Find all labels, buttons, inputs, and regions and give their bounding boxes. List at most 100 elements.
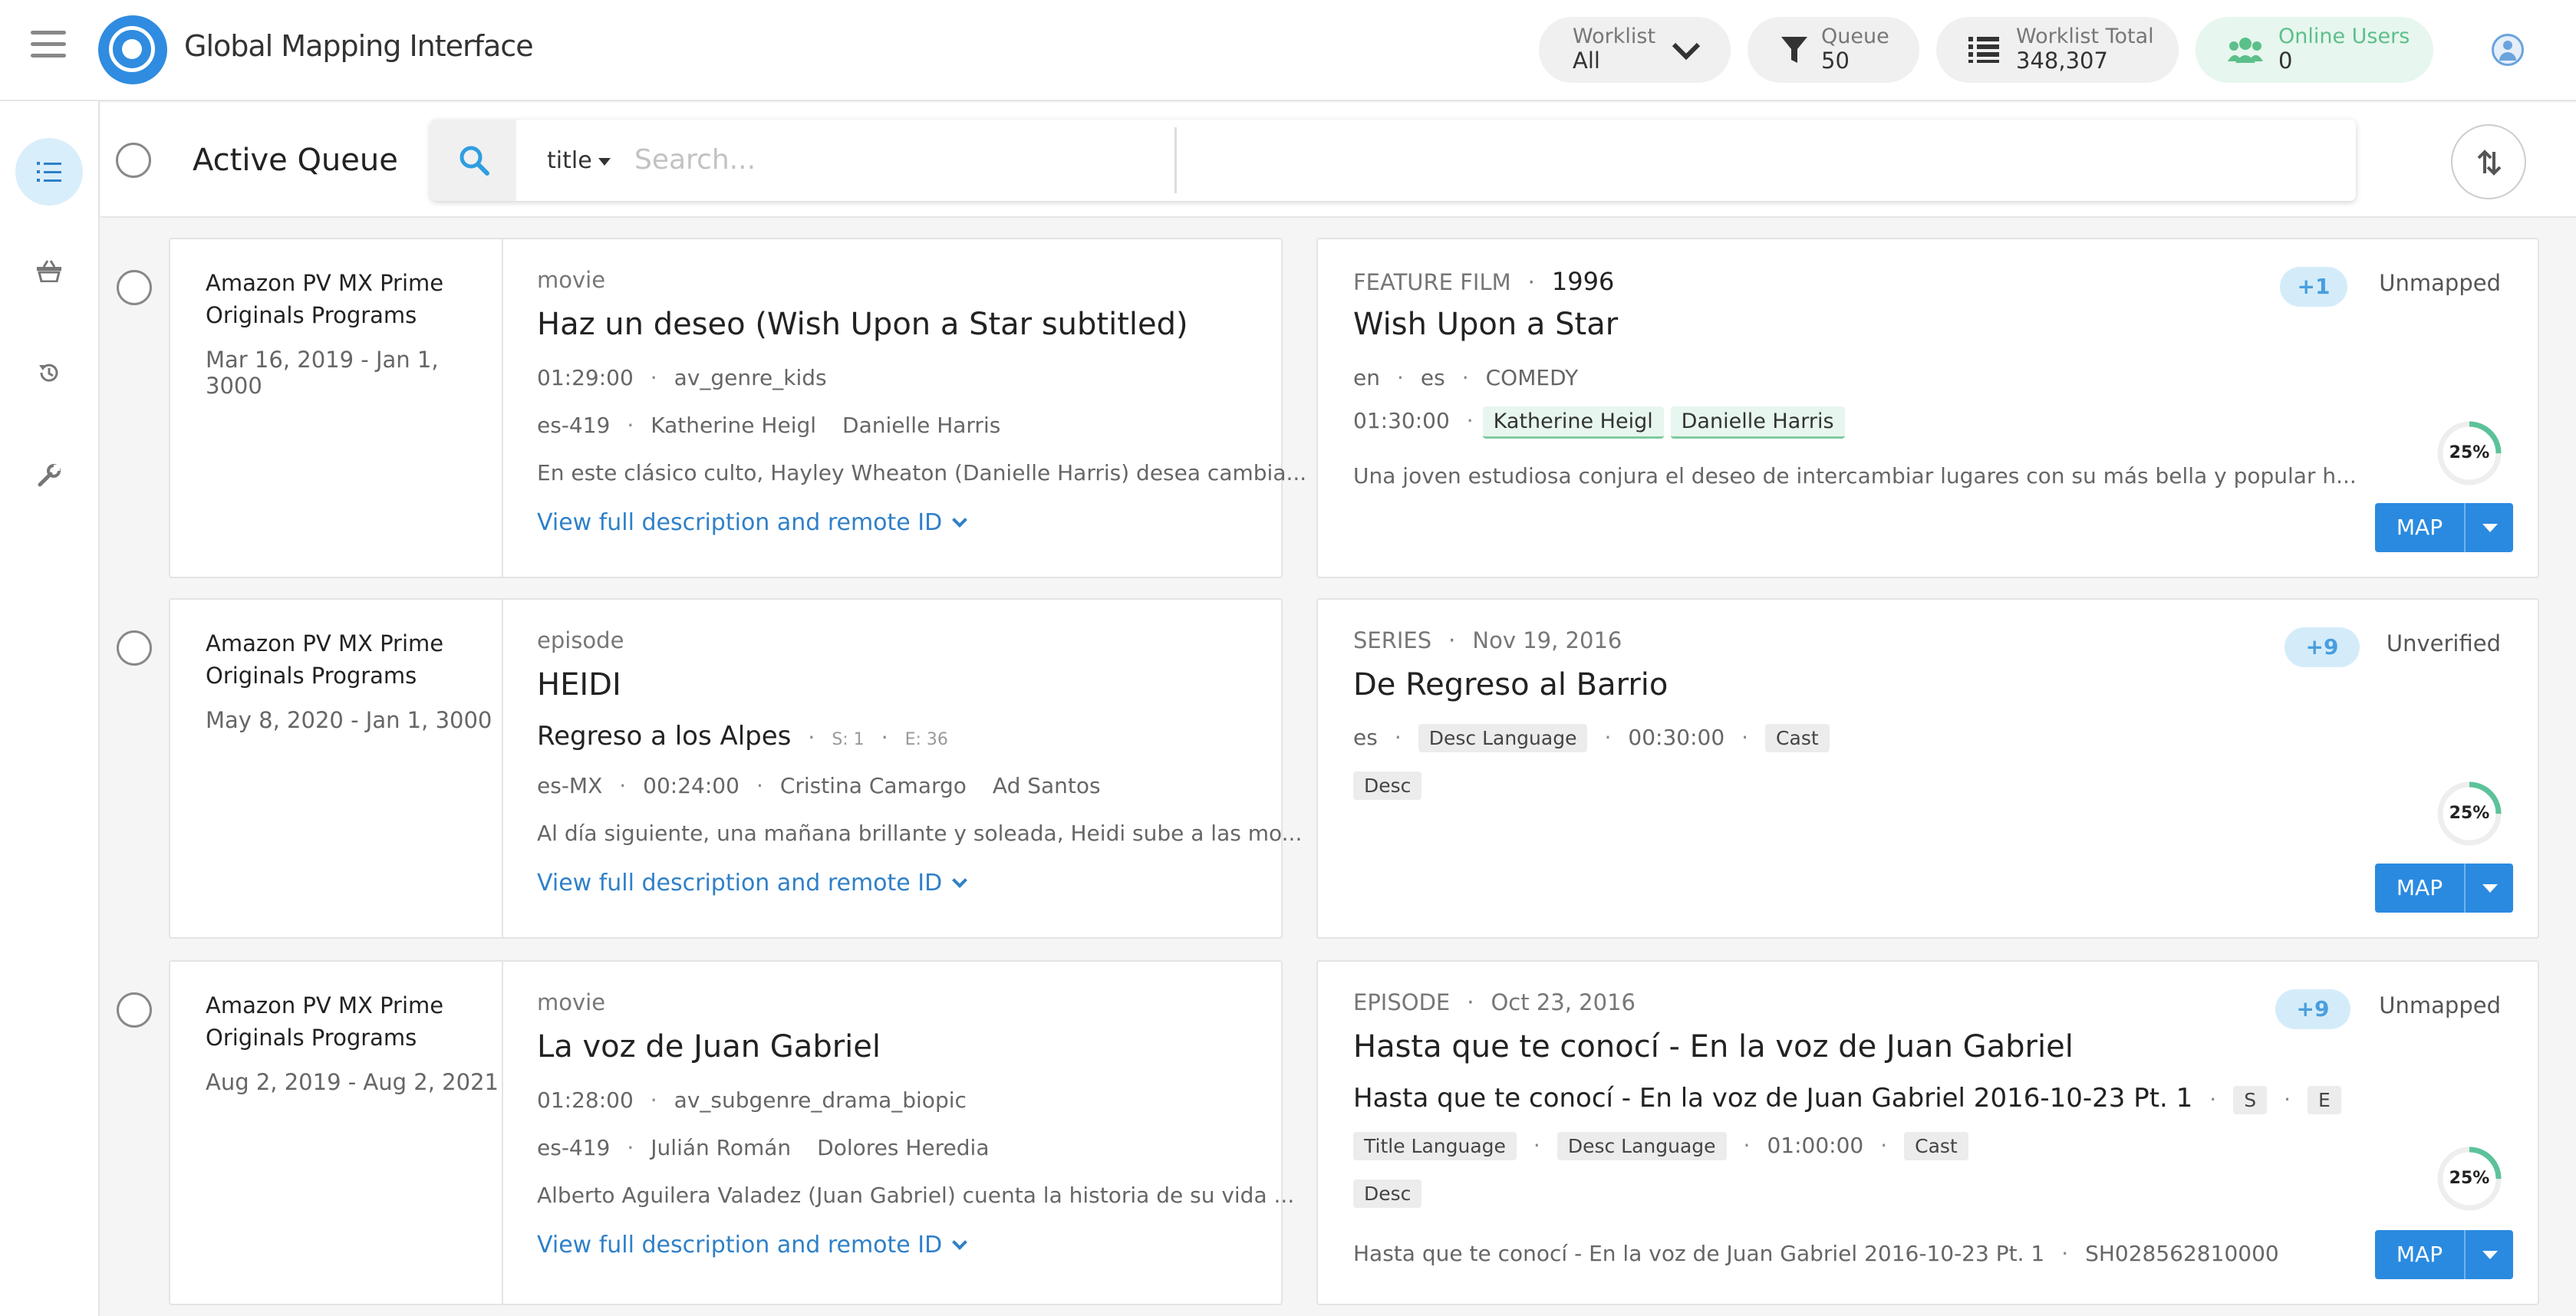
search-field-dropdown[interactable]: title	[547, 147, 611, 174]
content-type: episode	[537, 627, 624, 653]
match-runtime: 01:30:00	[1353, 408, 1450, 433]
sidebar-item-basket[interactable]	[15, 238, 83, 305]
language: es-419	[537, 413, 611, 438]
source-card[interactable]: Amazon PV MX Prime Originals Programs Ma…	[169, 238, 1306, 578]
row-select-radio[interactable]	[117, 992, 152, 1028]
search-field-value: title	[547, 147, 592, 174]
search-input[interactable]	[634, 138, 980, 181]
caret-down-icon[interactable]	[2482, 1251, 2498, 1259]
match-kind: EPISODE	[1353, 989, 1451, 1015]
runtime: 01:29:00	[537, 365, 634, 390]
map-button[interactable]: MAP	[2375, 1230, 2513, 1279]
source-details: episode HEIDI Regreso a los Alpes · S: 1 · E…	[537, 600, 1302, 937]
filter-icon	[1781, 37, 1807, 63]
caret-down-icon[interactable]	[2482, 524, 2498, 532]
match-card[interactable]: SERIES · Nov 19, 2016 De Regreso al Barrio…	[1316, 598, 2539, 939]
match-episode-title: Hasta que te conocí - En la voz de Juan …	[1353, 1083, 2193, 1114]
map-button-divider	[2464, 503, 2466, 552]
view-description-label: View full description and remote ID	[537, 870, 943, 897]
sidebar-item-queue[interactable]	[15, 138, 83, 206]
row-select-radio[interactable]	[117, 630, 152, 666]
hamburger-menu-icon[interactable]	[31, 31, 66, 58]
worklist-selector[interactable]: Worklist All	[1539, 17, 1731, 83]
match-runtime: 01:00:00	[1767, 1133, 1864, 1158]
runtime: 01:28:00	[537, 1087, 634, 1113]
worklist-total: Worklist Total 348,307	[1936, 17, 2179, 83]
match-card[interactable]: FEATURE FILM · 1996 Wish Upon a Star en · es…	[1316, 238, 2539, 578]
match-tags-line: Desc	[1353, 772, 1422, 800]
match-title: Wish Upon a Star	[1353, 307, 1619, 342]
availability-dates: May 8, 2020 - Jan 1, 3000	[206, 707, 492, 733]
sort-button[interactable]	[2451, 124, 2526, 199]
content-title: HEIDI	[537, 667, 621, 702]
genre: av_subgenre_drama_biopic	[674, 1087, 967, 1113]
chevron-down-icon	[952, 873, 968, 888]
match-lang-genre-line: en · es · COMEDY	[1353, 365, 1579, 390]
provider-name: Amazon PV MX Prime Originals Programs	[206, 630, 444, 689]
match-tags-line: Desc	[1353, 1179, 1422, 1208]
match-subtitle-line: Hasta que te conocí - En la voz de Juan …	[1353, 1083, 2341, 1114]
view-description-link[interactable]: View full description and remote ID	[537, 870, 968, 897]
cast-member: Ad Santos	[992, 773, 1101, 798]
match-type-line: EPISODE · Oct 23, 2016	[1353, 989, 1636, 1015]
row-select-radio[interactable]	[117, 270, 152, 305]
match-language: es	[1420, 365, 1445, 390]
match-progress: 25%	[2436, 781, 2502, 847]
app-logo-icon	[98, 15, 167, 84]
lang-cast-line: es-419 · Katherine Heigl Danielle Harris	[537, 413, 1001, 438]
cast-member: Cristina Camargo	[779, 773, 967, 798]
search-button[interactable]	[430, 120, 516, 201]
alternates-badge[interactable]: +9	[2284, 627, 2360, 667]
match-runtime: 00:30:00	[1628, 725, 1725, 750]
view-description-link[interactable]: View full description and remote ID	[537, 1232, 968, 1258]
episode-title: Regreso a los Alpes	[537, 721, 792, 752]
wrench-icon	[38, 464, 61, 487]
desc-language-tag: Desc Language	[1418, 724, 1588, 752]
runtime-genre-line: 01:29:00 · av_genre_kids	[537, 365, 827, 390]
caret-down-icon[interactable]	[2482, 884, 2498, 893]
provider-name: Amazon PV MX Prime Originals Programs	[206, 270, 444, 328]
episode-tag: E	[2307, 1086, 2341, 1114]
map-button-divider	[2464, 1230, 2466, 1279]
runtime: 00:24:00	[643, 773, 740, 798]
map-button[interactable]: MAP	[2375, 503, 2513, 552]
users-icon	[2228, 38, 2263, 63]
match-language: es	[1353, 725, 1378, 750]
source-card[interactable]: Amazon PV MX Prime Originals Programs Au…	[169, 960, 1294, 1305]
view-description-label: View full description and remote ID	[537, 1232, 943, 1258]
season-number: S: 1	[832, 730, 865, 749]
search-icon	[460, 146, 489, 176]
match-date: Oct 23, 2016	[1491, 989, 1636, 1015]
source-card[interactable]: Amazon PV MX Prime Originals Programs Ma…	[169, 598, 1302, 939]
sort-icon	[2477, 150, 2502, 176]
sidebar-item-history[interactable]	[15, 339, 83, 406]
select-all-radio[interactable]	[116, 143, 151, 178]
online-users[interactable]: Online Users 0	[2196, 17, 2433, 83]
match-card[interactable]: EPISODE · Oct 23, 2016 Hasta que te conocí…	[1316, 960, 2539, 1305]
map-button[interactable]: MAP	[2375, 864, 2513, 913]
sidebar-item-tools[interactable]	[15, 442, 83, 509]
match-year: 1996	[1551, 267, 1615, 296]
source-details: movie La voz de Juan Gabriel 01:28:00 · av…	[537, 962, 1294, 1304]
map-button-label: MAP	[2396, 515, 2443, 540]
alternates-badge[interactable]: +9	[2275, 989, 2350, 1029]
availability-dates: Mar 16, 2019 - Jan 1, 3000	[206, 347, 439, 399]
cast-member: Danielle Harris	[842, 413, 1001, 438]
worklist-total-label: Worklist Total	[2016, 25, 2154, 48]
caret-down-icon	[598, 157, 611, 166]
match-kind: SERIES	[1353, 627, 1432, 653]
season-tag: S	[2233, 1086, 2268, 1114]
desc-tag: Desc	[1353, 1179, 1422, 1208]
provider-name: Amazon PV MX Prime Originals Programs	[206, 992, 444, 1051]
alternates-badge[interactable]: +1	[2280, 267, 2347, 307]
subtitle-line: Regreso a los Alpes · S: 1 · E: 36	[537, 721, 948, 752]
progress-percent: 25%	[2449, 1169, 2490, 1188]
runtime-genre-line: 01:28:00 · av_subgenre_drama_biopic	[537, 1087, 967, 1113]
user-account-icon[interactable]	[2492, 34, 2524, 66]
view-description-link[interactable]: View full description and remote ID	[537, 509, 968, 536]
numbered-list-icon	[37, 162, 61, 182]
match-progress: 25%	[2436, 1146, 2502, 1212]
content-title: La voz de Juan Gabriel	[537, 1029, 881, 1064]
queue-filter[interactable]: Queue 50	[1748, 17, 1919, 83]
app-title: Global Mapping Interface	[184, 29, 534, 63]
